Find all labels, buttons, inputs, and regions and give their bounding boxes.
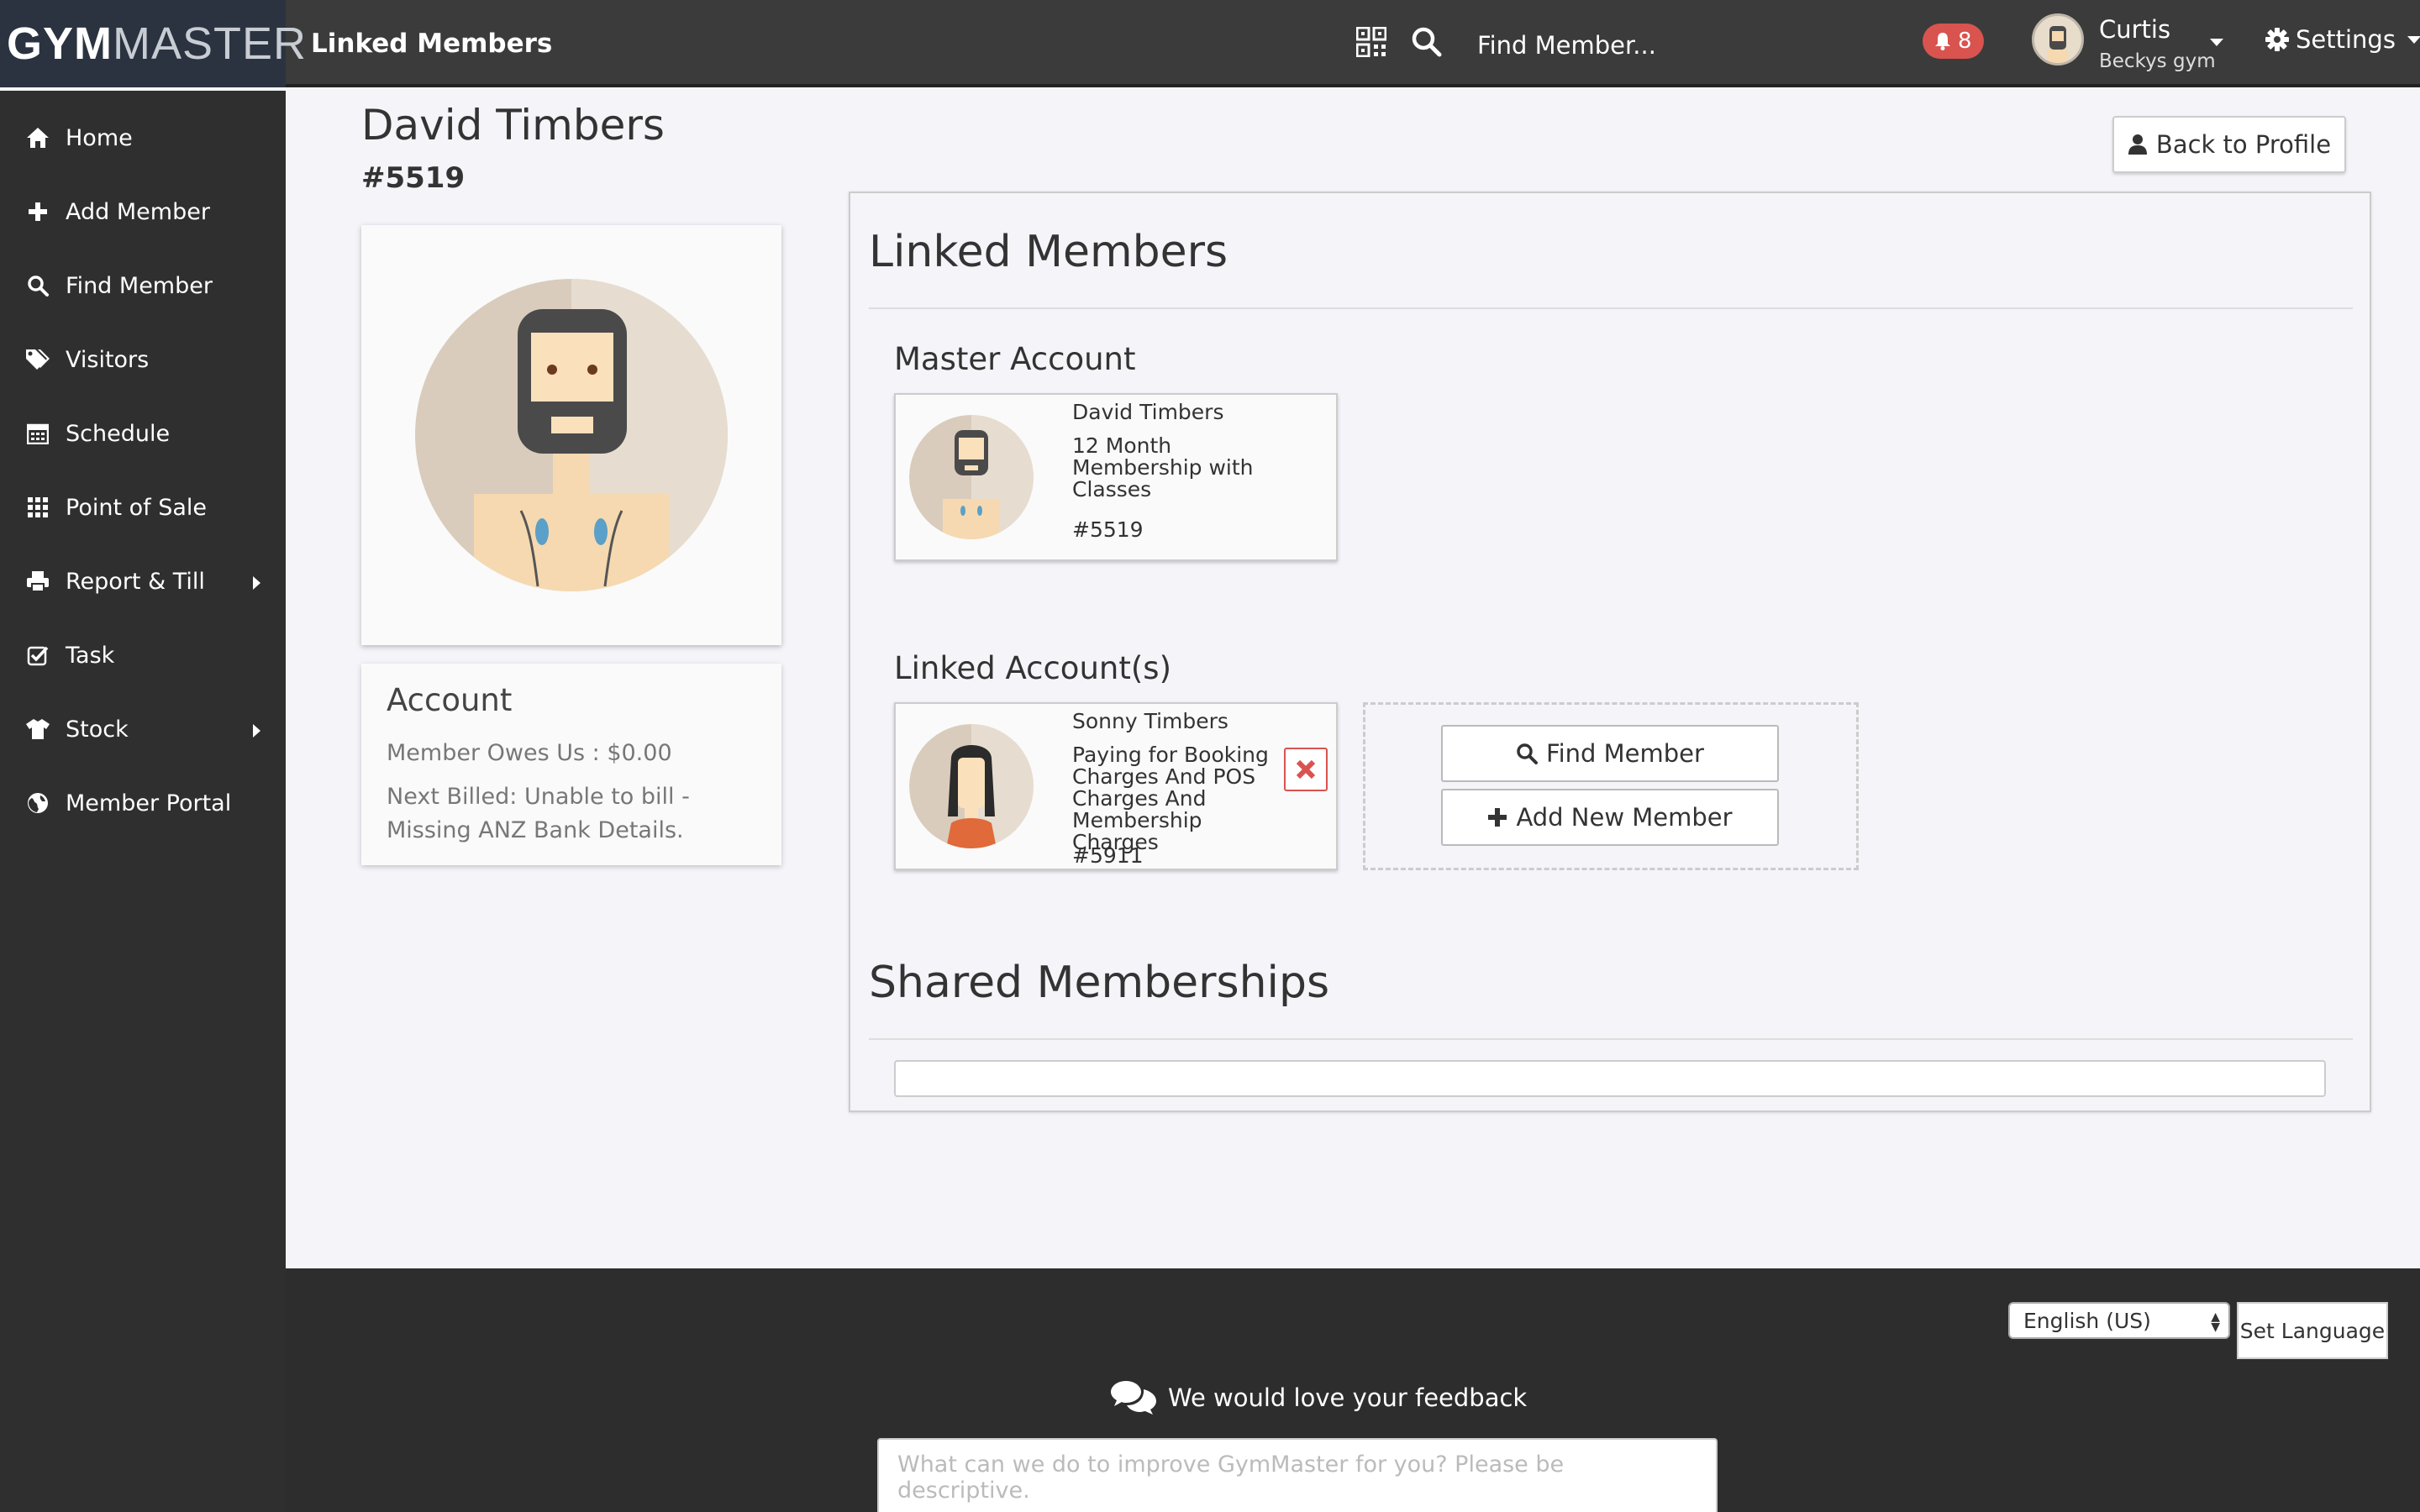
add-linked-member-zone: Find Member Add New Member	[1363, 702, 1859, 870]
grid-icon	[25, 495, 50, 520]
sidebar: Home Add Member Find Member Visitors Sch…	[0, 91, 286, 1512]
sidebar-item-member-portal[interactable]: Member Portal	[0, 769, 286, 837]
linked-member-name: Sonny Timbers	[1072, 709, 1228, 733]
sidebar-item-label: Add Member	[66, 198, 210, 225]
linked-member-id: #5911	[1072, 843, 1144, 868]
gear-icon	[2265, 28, 2289, 51]
member-photo-card	[361, 225, 781, 645]
divider	[869, 1038, 2353, 1040]
notification-count: 8	[1958, 29, 1972, 54]
sidebar-item-label: Home	[66, 124, 133, 151]
settings-caret-icon	[2407, 35, 2420, 44]
logo-gym-text: GYM	[7, 18, 113, 69]
user-icon	[2128, 134, 2147, 155]
bell-icon	[1935, 33, 1950, 50]
check-icon	[25, 643, 50, 668]
sidebar-item-label: Report & Till	[66, 568, 205, 595]
qr-code-icon[interactable]	[1356, 27, 1386, 57]
sidebar-item-home[interactable]: Home	[0, 104, 286, 171]
sidebar-item-label: Point of Sale	[66, 494, 208, 521]
select-arrows-icon: ▲ ▼	[2211, 1310, 2220, 1334]
comments-icon	[1111, 1381, 1156, 1415]
account-card: Account Member Owes Us : $0.00 Next Bill…	[361, 664, 781, 865]
search-icon[interactable]	[1410, 25, 1444, 59]
sidebar-item-label: Find Member	[66, 272, 213, 299]
sidebar-item-label: Schedule	[66, 420, 171, 447]
back-to-profile-button[interactable]: Back to Profile	[2112, 116, 2346, 173]
sidebar-item-label: Member Portal	[66, 790, 232, 816]
master-account-card[interactable]: David Timbers 12 Month Membership with C…	[894, 393, 1338, 561]
feedback-heading: We would love your feedback	[1109, 1379, 1527, 1416]
sidebar-item-schedule[interactable]: Schedule	[0, 400, 286, 467]
close-icon	[1296, 759, 1316, 780]
submenu-arrow-icon	[253, 576, 260, 590]
sidebar-item-stock[interactable]: Stock	[0, 696, 286, 763]
user-menu-caret-icon[interactable]	[2210, 39, 2223, 46]
sidebar-item-add-member[interactable]: Add Member	[0, 178, 286, 245]
logo-master-text: MASTER	[113, 18, 308, 69]
language-selected-value: English (US)	[2023, 1308, 2151, 1333]
member-name-heading: David Timbers	[361, 101, 665, 150]
linked-account-description: Paying for Booking Charges And POS Charg…	[1072, 743, 1269, 854]
find-member-search-input[interactable]	[1460, 15, 1897, 76]
shirt-icon	[25, 717, 50, 742]
master-member-avatar	[909, 415, 1034, 539]
member-owes-text: Member Owes Us : $0.00	[387, 740, 672, 766]
top-bar: GYMMASTER Linked Members 8 Curtis Beckys…	[0, 0, 2420, 87]
search-icon	[25, 273, 50, 298]
add-new-member-button[interactable]: Add New Member	[1441, 789, 1779, 846]
print-icon	[25, 569, 50, 594]
member-avatar[interactable]	[361, 225, 781, 645]
back-to-profile-label: Back to Profile	[2155, 130, 2332, 159]
gymmaster-logo[interactable]: GYM MASTER	[0, 0, 306, 87]
search-icon	[1517, 743, 1539, 764]
page-title: Linked Members	[311, 29, 553, 59]
plus-icon	[25, 199, 50, 224]
feedback-title-text: We would love your feedback	[1168, 1383, 1528, 1412]
sidebar-item-label: Task	[66, 642, 115, 669]
master-account-title: Master Account	[894, 341, 1136, 377]
find-member-label: Find Member	[1546, 739, 1704, 768]
shared-memberships-title: Shared Memberships	[869, 958, 1330, 1008]
linked-accounts-title: Linked Account(s)	[894, 650, 1172, 686]
find-member-button[interactable]: Find Member	[1441, 725, 1779, 782]
sidebar-item-label: Stock	[66, 716, 129, 743]
user-avatar[interactable]	[2032, 13, 2084, 66]
next-billed-text: Next Billed: Unable to bill - Missing AN…	[387, 784, 690, 843]
footer: English (US) ▲ ▼ Set Language We would lo…	[286, 1268, 2420, 1512]
member-id: #5519	[361, 161, 466, 195]
sidebar-item-task[interactable]: Task	[0, 622, 286, 689]
sidebar-item-find-member[interactable]: Find Member	[0, 252, 286, 319]
linked-member-avatar	[909, 724, 1034, 848]
linked-account-card[interactable]: Sonny Timbers Paying for Booking Charges…	[894, 702, 1338, 870]
master-member-name: David Timbers	[1072, 400, 1224, 424]
language-select[interactable]: English (US) ▲ ▼	[2008, 1302, 2230, 1339]
globe-icon	[25, 790, 50, 816]
linked-members-panel: Linked Members Master Account David Timb…	[849, 192, 2371, 1112]
home-icon	[25, 125, 50, 150]
shared-memberships-list	[894, 1060, 2326, 1097]
remove-linked-member-button[interactable]	[1284, 748, 1328, 791]
settings-menu[interactable]: Settings	[2265, 25, 2420, 54]
user-name[interactable]: Curtis	[2099, 15, 2170, 44]
user-gym: Beckys gym	[2099, 50, 2216, 72]
sidebar-item-visitors[interactable]: Visitors	[0, 326, 286, 393]
account-title: Account	[387, 682, 513, 718]
sidebar-item-label: Visitors	[66, 346, 150, 373]
settings-label: Settings	[2296, 25, 2396, 54]
add-new-member-label: Add New Member	[1516, 803, 1733, 832]
plus-icon	[1488, 808, 1507, 827]
submenu-arrow-icon	[253, 724, 260, 738]
set-language-button[interactable]: Set Language	[2237, 1302, 2388, 1359]
feedback-textarea[interactable]	[877, 1438, 1718, 1512]
calendar-icon	[25, 421, 50, 446]
master-member-id: #5519	[1072, 517, 1144, 542]
notifications-badge[interactable]: 8	[1923, 24, 1984, 59]
master-membership-text: 12 Month Membership with Classes	[1072, 433, 1254, 501]
tags-icon	[25, 347, 50, 372]
sidebar-item-report-till[interactable]: Report & Till	[0, 548, 286, 615]
divider	[869, 307, 2353, 309]
linked-members-title: Linked Members	[869, 227, 1228, 277]
sidebar-item-point-of-sale[interactable]: Point of Sale	[0, 474, 286, 541]
